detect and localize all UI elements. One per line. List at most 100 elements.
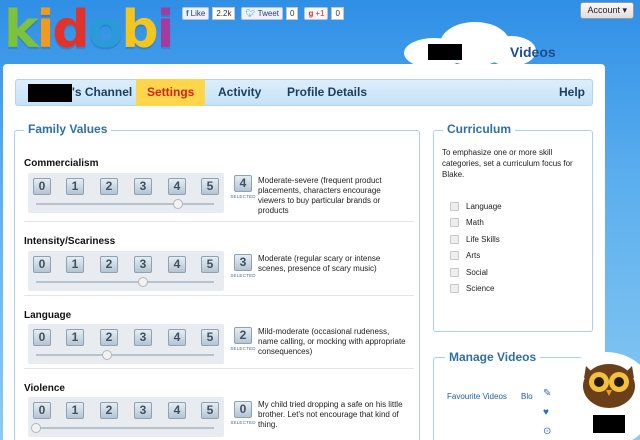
logo-letter: k — [4, 0, 39, 60]
selected-number: 3 — [234, 254, 252, 271]
heart-icon[interactable]: ♥ — [543, 407, 549, 418]
tab-activity[interactable]: Activity — [218, 80, 261, 105]
checkbox[interactable] — [450, 218, 459, 227]
category-description: My child tried dropping a safe on his li… — [258, 400, 403, 429]
tab-bar: 's Channel Settings Activity Profile Det… — [15, 79, 593, 106]
checkbox[interactable] — [450, 235, 459, 244]
rating-option[interactable]: 5 — [201, 256, 219, 273]
curriculum-title: Curriculum — [443, 122, 516, 136]
divider — [24, 295, 414, 296]
rating-slider[interactable]: 0 1 2 3 4 5 — [28, 173, 224, 213]
slider-handle[interactable] — [137, 277, 148, 287]
selected-value: 0 SELECTED — [230, 401, 256, 425]
manage-videos-title: Manage Videos — [445, 350, 541, 364]
gplus-icon: g — [308, 9, 314, 18]
curriculum-option[interactable]: Social — [450, 268, 488, 277]
tab-profile-details[interactable]: Profile Details — [287, 80, 367, 105]
account-menu-button[interactable]: Account ▾ — [580, 2, 634, 19]
selected-label: SELECTED — [230, 346, 256, 351]
selected-label: SELECTED — [230, 194, 256, 199]
category-title: Language — [24, 310, 72, 321]
checkbox[interactable] — [450, 284, 459, 293]
rating-option[interactable]: 1 — [66, 178, 84, 195]
rating-option[interactable]: 2 — [100, 329, 118, 346]
curriculum-option[interactable]: Science — [450, 284, 494, 293]
slider-handle[interactable] — [173, 199, 184, 209]
rating-option[interactable]: 0 — [33, 329, 51, 346]
rating-option[interactable]: 4 — [168, 256, 186, 273]
slider-track[interactable] — [36, 354, 214, 356]
google-plus-button[interactable]: g +1 0 — [304, 7, 344, 20]
curriculum-option[interactable]: Arts — [450, 251, 480, 260]
gplus-count: 0 — [331, 7, 344, 20]
rating-option[interactable]: 0 — [33, 256, 51, 273]
rating-option[interactable]: 1 — [66, 256, 84, 273]
category-description: Moderate (regular scary or intense scene… — [258, 254, 381, 273]
curriculum-option[interactable]: Math — [450, 218, 484, 227]
rating-option[interactable]: 1 — [66, 329, 84, 346]
gplus-label: +1 — [315, 9, 325, 18]
slider-track[interactable] — [36, 203, 214, 205]
rating-slider[interactable]: 0 1 2 3 4 5 — [28, 324, 224, 364]
rating-option[interactable]: 3 — [134, 402, 152, 419]
rating-option[interactable]: 3 — [134, 329, 152, 346]
rating-option[interactable]: 4 — [168, 178, 186, 195]
rating-slider[interactable]: 0 1 2 3 4 5 — [28, 251, 224, 291]
slider-track[interactable] — [36, 427, 214, 429]
rating-option[interactable]: 0 — [33, 402, 51, 419]
selected-number: 2 — [234, 327, 252, 344]
logo-letter: b — [121, 0, 158, 60]
side-toolbar: ✎ ♥ ⊙ — [538, 380, 560, 440]
blocked-videos-link[interactable]: Blo — [521, 392, 533, 401]
selected-value: 2 SELECTED — [230, 327, 256, 351]
social-buttons: f Like 2.2k 🐦︎ Tweet 0 g +1 0 — [182, 7, 344, 20]
favourite-videos-link[interactable]: Favourite Videos — [447, 392, 507, 401]
tweet-button[interactable]: 🐦︎ Tweet 0 — [241, 7, 299, 20]
curriculum-option[interactable]: Language — [450, 202, 502, 211]
checkbox[interactable] — [450, 202, 459, 211]
category-description: Moderate-severe (frequent product placem… — [258, 176, 382, 215]
rating-option[interactable]: 5 — [201, 402, 219, 419]
rating-option[interactable]: 5 — [201, 178, 219, 195]
divider — [24, 368, 414, 369]
rating-option[interactable]: 4 — [168, 329, 186, 346]
selected-value: 3 SELECTED — [230, 254, 256, 278]
rating-option[interactable]: 4 — [168, 402, 186, 419]
slider-track[interactable] — [36, 281, 214, 283]
rating-option[interactable]: 3 — [134, 256, 152, 273]
like-label: Like — [190, 9, 206, 18]
selected-value: 4 SELECTED — [230, 175, 256, 199]
rating-option[interactable]: 2 — [100, 178, 118, 195]
redacted-name — [28, 84, 72, 102]
kidobi-logo[interactable]: kidobi — [4, 0, 175, 60]
logo-letter: i — [36, 0, 55, 60]
option-label: Science — [466, 284, 495, 293]
edit-icon[interactable]: ✎ — [543, 388, 551, 399]
target-icon[interactable]: ⊙ — [543, 426, 551, 437]
selected-number: 4 — [234, 175, 252, 192]
rating-option[interactable]: 3 — [134, 178, 152, 195]
rating-option[interactable]: 1 — [66, 402, 84, 419]
twitter-icon: 🐦︎ — [245, 9, 256, 18]
slider-handle[interactable] — [31, 423, 41, 433]
slider-handle[interactable] — [102, 350, 113, 360]
rating-option[interactable]: 5 — [201, 329, 219, 346]
tab-settings[interactable]: Settings — [136, 79, 206, 106]
option-label: Social — [466, 268, 488, 277]
redacted-block — [428, 44, 462, 60]
tab-channel[interactable]: 's Channel — [72, 80, 132, 105]
rating-option[interactable]: 2 — [100, 402, 118, 419]
rating-option[interactable]: 2 — [100, 256, 118, 273]
option-label: Language — [466, 202, 502, 211]
rating-slider[interactable]: 0 1 2 3 4 5 — [28, 397, 224, 437]
like-count: 2.2k — [212, 7, 236, 20]
tab-help[interactable]: Help — [559, 80, 585, 105]
category-title: Commercialism — [24, 158, 99, 169]
logo-letter: i — [156, 0, 175, 60]
checkbox[interactable] — [450, 251, 459, 260]
tweet-count: 0 — [285, 7, 299, 20]
checkbox[interactable] — [450, 268, 459, 277]
facebook-like-button[interactable]: f Like 2.2k — [182, 7, 236, 20]
rating-option[interactable]: 0 — [33, 178, 51, 195]
curriculum-option[interactable]: Life Skills — [450, 235, 500, 244]
